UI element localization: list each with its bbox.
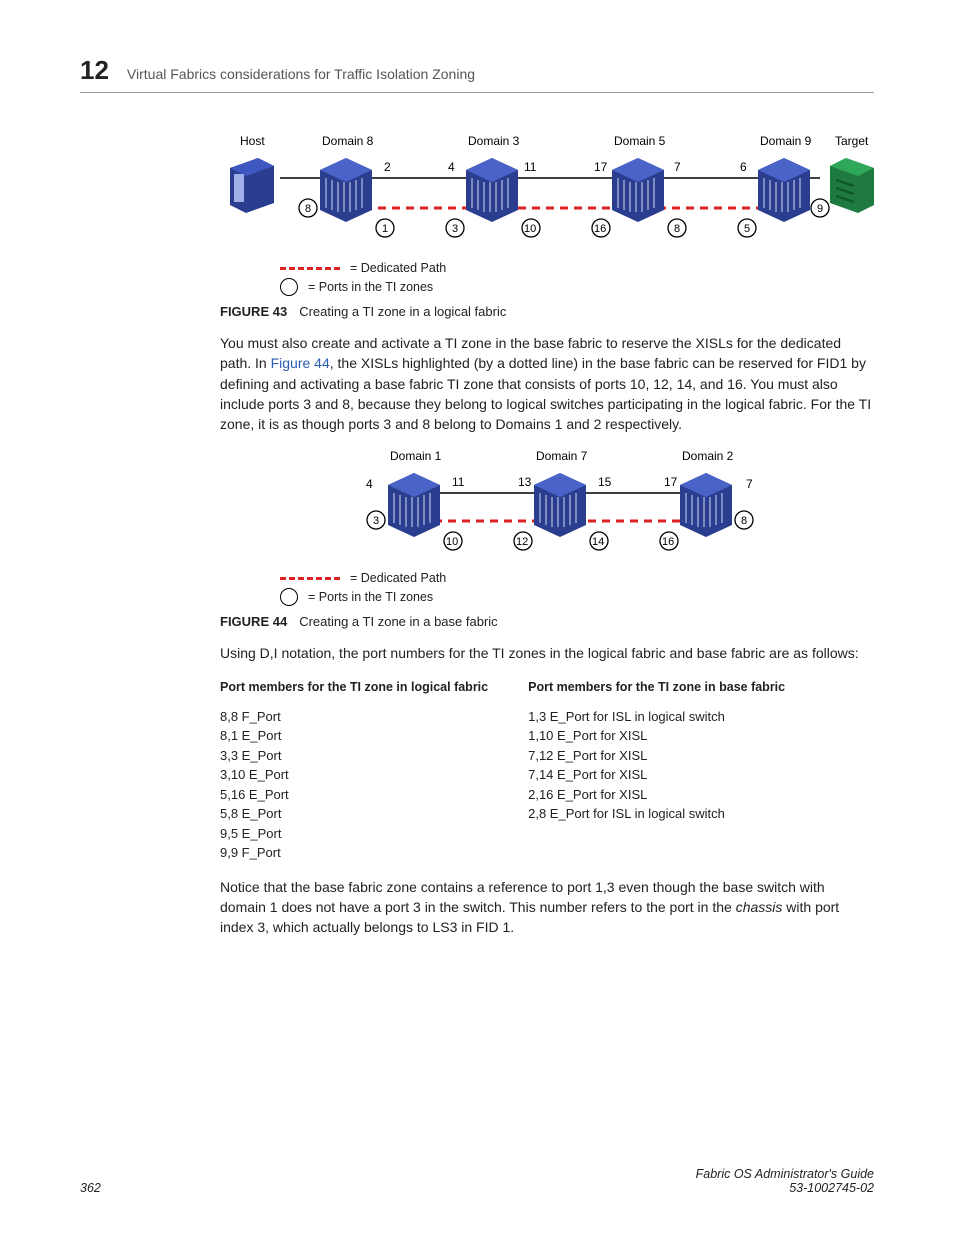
figure-44-caption: FIGURE 44Creating a TI zone in a base fa… (220, 614, 874, 629)
col-header-logical: Port members for the TI zone in logical … (220, 678, 488, 697)
page-number: 362 (80, 1181, 101, 1195)
svg-text:Target: Target (835, 134, 869, 148)
svg-text:3: 3 (452, 223, 458, 235)
paragraph-2: Using D,I notation, the port numbers for… (220, 643, 874, 663)
svg-text:10: 10 (524, 223, 536, 235)
figure-44: Domain 1 Domain 7 Domain 2 4 7 11 13 15 … (220, 448, 874, 629)
paragraph-3: Notice that the base fabric zone contain… (220, 877, 874, 938)
switch-d8 (320, 158, 372, 222)
svg-text:17: 17 (664, 475, 678, 489)
table-row: 7,14 E_Port for XISL (528, 765, 785, 785)
switch-d5 (612, 158, 664, 222)
svg-text:5: 5 (744, 223, 750, 235)
doc-title: Fabric OS Administrator's Guide (696, 1167, 874, 1181)
port-members-table: Port members for the TI zone in logical … (220, 678, 874, 863)
col-header-base: Port members for the TI zone in base fab… (528, 678, 785, 697)
figure-43-caption: FIGURE 43Creating a TI zone in a logical… (220, 304, 874, 319)
svg-text:1: 1 (382, 223, 388, 235)
svg-text:8: 8 (741, 515, 747, 527)
chapter-title: Virtual Fabrics considerations for Traff… (127, 66, 475, 82)
circle-swatch-icon (280, 588, 298, 606)
svg-text:2: 2 (384, 160, 391, 174)
svg-text:Domain 1: Domain 1 (390, 449, 442, 463)
switch-d9 (758, 158, 810, 222)
svg-text:13: 13 (518, 475, 532, 489)
page-footer: 362 Fabric OS Administrator's Guide 53-1… (80, 1167, 874, 1195)
table-row: 3,10 E_Port (220, 765, 488, 785)
port-col-base: Port members for the TI zone in base fab… (528, 678, 785, 863)
table-row: 7,12 E_Port for XISL (528, 746, 785, 766)
svg-text:12: 12 (516, 536, 528, 548)
svg-text:Domain 8: Domain 8 (322, 134, 374, 148)
svg-text:9: 9 (817, 203, 823, 215)
figure-44-svg: Domain 1 Domain 7 Domain 2 4 7 11 13 15 … (220, 448, 880, 563)
svg-text:11: 11 (452, 475, 465, 489)
table-row: 2,16 E_Port for XISL (528, 785, 785, 805)
port-col-logical: Port members for the TI zone in logical … (220, 678, 488, 863)
bottom-ports-43: 1 3 10 16 8 5 (376, 219, 756, 237)
table-row: 5,8 E_Port (220, 804, 488, 824)
table-row: 1,10 E_Port for XISL (528, 726, 785, 746)
table-row: 1,3 E_Port for ISL in logical switch (528, 707, 785, 727)
svg-text:Host: Host (240, 134, 265, 148)
figure-44-link[interactable]: Figure 44 (271, 355, 330, 371)
svg-text:Domain 9: Domain 9 (760, 134, 812, 148)
svg-text:14: 14 (592, 536, 604, 548)
table-row: 9,9 F_Port (220, 843, 488, 863)
svg-text:3: 3 (373, 515, 379, 527)
svg-text:16: 16 (594, 223, 606, 235)
dash-swatch-icon (280, 577, 340, 580)
table-row: 8,1 E_Port (220, 726, 488, 746)
svg-text:8: 8 (674, 223, 680, 235)
doc-number: 53-1002745-02 (789, 1181, 874, 1195)
svg-text:8: 8 (305, 203, 311, 215)
table-row: 9,5 E_Port (220, 824, 488, 844)
circle-swatch-icon (280, 278, 298, 296)
svg-text:7: 7 (674, 160, 681, 174)
svg-text:10: 10 (446, 536, 458, 548)
svg-text:6: 6 (740, 160, 747, 174)
svg-text:15: 15 (598, 475, 612, 489)
table-row: 2,8 E_Port for ISL in logical switch (528, 804, 785, 824)
figure-43: Host Domain 8 Domain 3 Domain 5 Domain 9… (220, 133, 874, 319)
figure-43-legend: = Dedicated Path = Ports in the TI zones (220, 261, 874, 296)
switch-d3 (466, 158, 518, 222)
running-header: 12 Virtual Fabrics considerations for Tr… (80, 55, 874, 93)
svg-text:4: 4 (448, 160, 455, 174)
table-row: 8,8 F_Port (220, 707, 488, 727)
chapter-number: 12 (80, 55, 109, 86)
dash-swatch-icon (280, 267, 340, 270)
table-row: 5,16 E_Port (220, 785, 488, 805)
svg-text:Domain 2: Domain 2 (682, 449, 734, 463)
svg-text:Domain 5: Domain 5 (614, 134, 666, 148)
svg-text:4: 4 (366, 477, 373, 491)
svg-text:Domain 7: Domain 7 (536, 449, 588, 463)
svg-text:16: 16 (662, 536, 674, 548)
svg-text:Domain 3: Domain 3 (468, 134, 520, 148)
svg-text:7: 7 (746, 477, 753, 491)
table-row: 3,3 E_Port (220, 746, 488, 766)
figure-43-svg: Host Domain 8 Domain 3 Domain 5 Domain 9… (220, 133, 880, 253)
svg-text:11: 11 (524, 160, 537, 174)
figure-44-legend: = Dedicated Path = Ports in the TI zones (220, 571, 874, 606)
paragraph-1: You must also create and activate a TI z… (220, 333, 874, 434)
svg-text:17: 17 (594, 160, 608, 174)
